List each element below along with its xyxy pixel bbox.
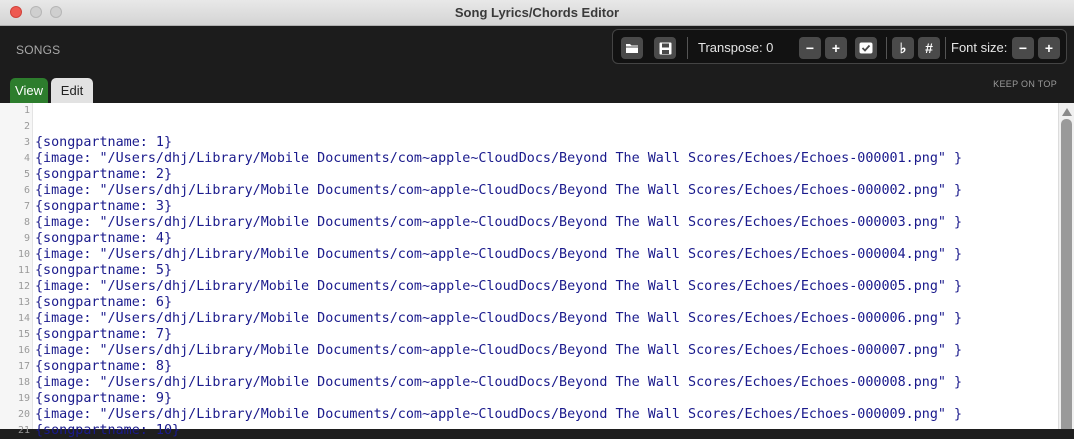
line-number: 21 [17,425,30,436]
line-text[interactable]: {image: "/Users/dhj/Library/Mobile Docum… [32,407,962,423]
line-number: 1 [23,105,30,116]
line-number: 16 [17,345,30,356]
line-text[interactable]: {image: "/Users/dhj/Library/Mobile Docum… [32,183,962,199]
font-size-decrease-button[interactable]: − [1012,37,1034,59]
editor-line[interactable]: 2 [0,119,1058,135]
editor-line[interactable]: 12 {image: "/Users/dhj/Library/Mobile Doc… [0,279,1058,295]
floppy-icon [659,42,672,55]
line-text[interactable]: {songpartname: 3} [32,199,172,215]
line-number: 14 [17,313,30,324]
editor-line[interactable]: 21 {songpartname: 10} [0,423,1058,439]
line-number: 20 [17,409,30,420]
line-number: 4 [23,153,30,164]
scroll-up-arrow-icon[interactable] [1062,108,1072,116]
line-text[interactable]: {image: "/Users/dhj/Library/Mobile Docum… [32,375,962,391]
open-button[interactable] [621,37,643,59]
line-text[interactable] [32,103,35,119]
flat-button[interactable]: ♭ [892,37,914,59]
line-text[interactable]: {image: "/Users/dhj/Library/Mobile Docum… [32,279,962,295]
editor-line[interactable]: 14 {image: "/Users/dhj/Library/Mobile Doc… [0,311,1058,327]
line-number: 5 [23,169,30,180]
window-titlebar: Song Lyrics/Chords Editor [0,0,1074,26]
editor-line[interactable]: 3 {songpartname: 1} [0,135,1058,151]
line-text[interactable]: {songpartname: 5} [32,263,172,279]
line-text[interactable]: {songpartname: 8} [32,359,172,375]
transpose-down-button[interactable]: − [799,37,821,59]
toolbar: SONGS Transpose: 0 − + ♭ # Font size: − … [0,26,1074,103]
checkmark-icon [859,42,873,54]
line-number: 7 [23,201,30,212]
line-text[interactable]: {image: "/Users/dhj/Library/Mobile Docum… [32,343,962,359]
line-text[interactable]: {image: "/Users/dhj/Library/Mobile Docum… [32,311,962,327]
tab-view[interactable]: View [10,78,48,103]
editor-line[interactable]: 8 {image: "/Users/dhj/Library/Mobile Docu… [0,215,1058,231]
editor-lines[interactable]: 1 2 3 {songpartname: 1} 4 {image: "/Users/dhj… [0,103,1058,439]
line-number: 12 [17,281,30,292]
editor-line[interactable]: 16 {image: "/Users/dhj/Library/Mobile Doc… [0,343,1058,359]
sharp-button[interactable]: # [918,37,940,59]
editor-line[interactable]: 5 {songpartname: 2} [0,167,1058,183]
line-number: 2 [23,121,30,132]
editor-line[interactable]: 7 {songpartname: 3} [0,199,1058,215]
font-size-label: Font size: [951,40,1008,55]
tab-edit[interactable]: Edit [51,78,93,103]
songs-heading: SONGS [16,43,61,57]
line-number: 18 [17,377,30,388]
line-text[interactable]: {image: "/Users/dhj/Library/Mobile Docum… [32,247,962,263]
editor-line[interactable]: 20 {image: "/Users/dhj/Library/Mobile Doc… [0,407,1058,423]
editor-line[interactable]: 9 {songpartname: 4} [0,231,1058,247]
controls-panel: Transpose: 0 − + ♭ # Font size: − + [612,29,1067,64]
window-title: Song Lyrics/Chords Editor [454,5,620,20]
editor-line[interactable]: 19 {songpartname: 9} [0,391,1058,407]
line-number: 3 [23,137,30,148]
line-number: 17 [17,361,30,372]
line-number: 8 [23,217,30,228]
editor-line[interactable]: 10 {image: "/Users/dhj/Library/Mobile Doc… [0,247,1058,263]
line-text[interactable]: {image: "/Users/dhj/Library/Mobile Docum… [32,215,962,231]
line-text[interactable]: {songpartname: 1} [32,135,172,151]
font-size-increase-button[interactable]: + [1038,37,1060,59]
toolbar-separator [886,37,887,59]
line-number: 11 [17,265,30,276]
editor-area[interactable]: 1 2 3 {songpartname: 1} 4 {image: "/Users/dhj… [0,103,1074,438]
transpose-label: Transpose: 0 [698,40,774,55]
editor-line[interactable]: 18 {image: "/Users/dhj/Library/Mobile Doc… [0,375,1058,391]
transpose-confirm-button[interactable] [855,37,877,59]
line-number: 9 [23,233,30,244]
line-text[interactable]: {songpartname: 6} [32,295,172,311]
line-text[interactable]: {image: "/Users/dhj/Library/Mobile Docum… [32,151,962,167]
toolbar-separator [687,37,688,59]
vertical-scrollbar[interactable] [1058,103,1074,429]
line-number: 15 [17,329,30,340]
editor-line[interactable]: 6 {image: "/Users/dhj/Library/Mobile Docu… [0,183,1058,199]
toolbar-separator [945,37,946,59]
editor-line[interactable]: 13 {songpartname: 6} [0,295,1058,311]
editor-line[interactable]: 1 [0,103,1058,119]
line-text[interactable]: {songpartname: 2} [32,167,172,183]
line-text[interactable]: {songpartname: 9} [32,391,172,407]
keep-on-top-toggle[interactable]: KEEP ON TOP [993,79,1057,89]
line-text[interactable]: {songpartname: 7} [32,327,172,343]
editor-line[interactable]: 15 {songpartname: 7} [0,327,1058,343]
transpose-up-button[interactable]: + [825,37,847,59]
line-text[interactable]: {songpartname: 4} [32,231,172,247]
line-number: 19 [17,393,30,404]
line-text[interactable]: {songpartname: 10} [32,423,180,439]
scrollbar-thumb[interactable] [1061,119,1072,429]
editor-line[interactable]: 17 {songpartname: 8} [0,359,1058,375]
editor-line[interactable]: 11 {songpartname: 5} [0,263,1058,279]
line-text[interactable] [32,119,35,135]
line-number: 13 [17,297,30,308]
folder-icon [625,42,639,54]
editor-line[interactable]: 4 {image: "/Users/dhj/Library/Mobile Docu… [0,151,1058,167]
save-button[interactable] [654,37,676,59]
line-number: 10 [17,249,30,260]
line-number: 6 [23,185,30,196]
